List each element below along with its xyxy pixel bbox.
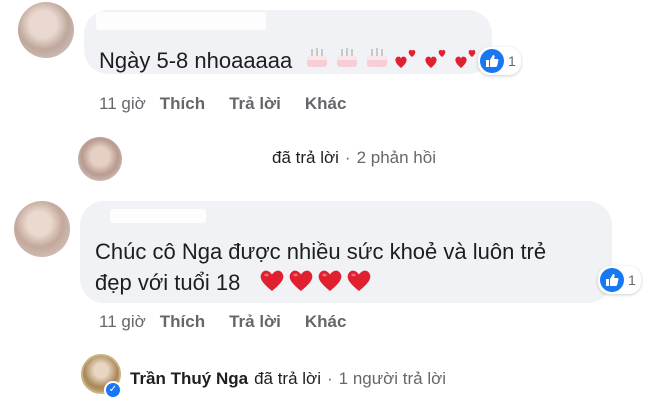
red-heart-icon bbox=[260, 270, 284, 291]
birthday-cake-icon bbox=[307, 48, 327, 67]
reply-count: 2 phản hồi bbox=[356, 148, 436, 167]
comment-timestamp[interactable]: 11 giờ bbox=[99, 94, 146, 114]
page-name[interactable]: Trần Thuý Nga bbox=[130, 369, 248, 389]
red-heart-icon bbox=[347, 270, 371, 291]
replied-text: đã trả lời bbox=[272, 148, 339, 167]
commenter-avatar[interactable] bbox=[18, 2, 74, 58]
more-button[interactable]: Khác bbox=[305, 312, 347, 332]
two-hearts-icon bbox=[455, 49, 476, 68]
verified-badge-icon: ✓ bbox=[104, 381, 122, 399]
red-heart-icon bbox=[318, 270, 342, 291]
comment-actions: 11 giờ Thích Trả lời Khác bbox=[99, 94, 370, 114]
comment-actions: 11 giờ Thích Trả lời Khác bbox=[99, 312, 370, 332]
reply-count: 1 người trả lời bbox=[338, 369, 447, 388]
commenter-name-redacted bbox=[96, 12, 266, 30]
reply-button[interactable]: Trả lời bbox=[229, 94, 281, 114]
like-button[interactable]: Thích bbox=[160, 94, 205, 114]
two-hearts-icon bbox=[425, 49, 446, 68]
red-heart-icon bbox=[289, 270, 313, 291]
comment-text-line1: Chúc cô Nga được nhiều sức khoẻ và luôn … bbox=[95, 239, 547, 264]
reply-button[interactable]: Trả lời bbox=[229, 312, 281, 332]
comment-emojis bbox=[259, 268, 372, 292]
reaction-count: 1 bbox=[508, 53, 516, 69]
comment-text-line2: đẹp với tuổi 18 bbox=[95, 270, 241, 295]
view-replies-link[interactable]: đã trả lời · 2 phản hồi bbox=[272, 148, 436, 168]
like-icon bbox=[600, 268, 624, 292]
comment-timestamp[interactable]: 11 giờ bbox=[99, 312, 146, 332]
comment-emojis bbox=[304, 44, 480, 70]
commenter-avatar[interactable] bbox=[14, 201, 70, 257]
like-button[interactable]: Thích bbox=[160, 312, 205, 332]
reaction-count: 1 bbox=[628, 272, 636, 288]
birthday-cake-icon bbox=[367, 48, 387, 67]
two-hearts-icon bbox=[395, 49, 416, 68]
replied-text: đã trả lời bbox=[254, 369, 321, 388]
replier-avatar[interactable] bbox=[78, 137, 122, 181]
like-icon bbox=[480, 49, 504, 73]
view-page-replies-link[interactable]: Trần Thuý Nga đã trả lời · 1 người trả l… bbox=[130, 369, 446, 389]
reaction-summary[interactable]: 1 bbox=[598, 266, 641, 294]
separator-dot: · bbox=[326, 369, 333, 388]
separator-dot: · bbox=[344, 148, 351, 167]
commenter-name-redacted bbox=[110, 209, 206, 223]
comment-text: Ngày 5-8 nhoaaaaa bbox=[99, 48, 293, 73]
more-button[interactable]: Khác bbox=[305, 94, 347, 114]
birthday-cake-icon bbox=[337, 48, 357, 67]
reaction-summary[interactable]: 1 bbox=[478, 47, 521, 75]
